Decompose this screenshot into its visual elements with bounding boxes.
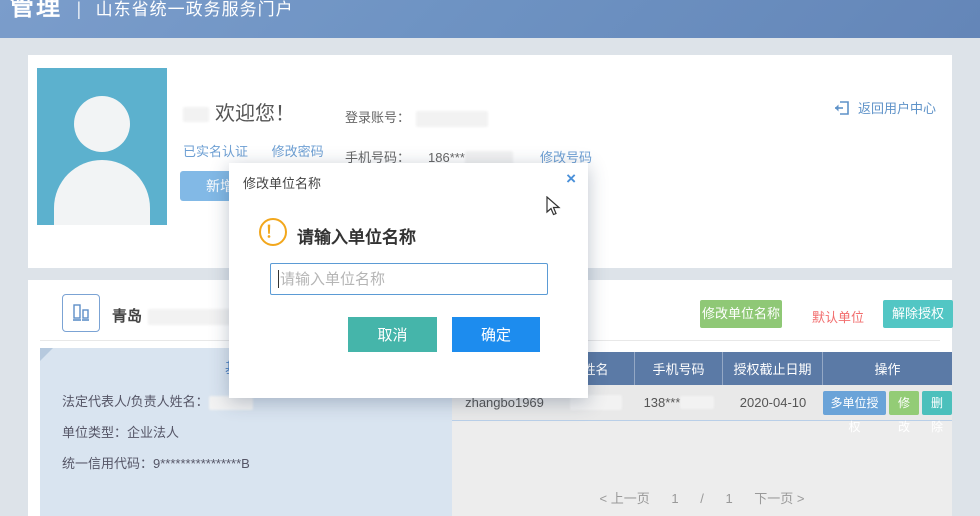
cancel-button[interactable]: 取消	[348, 317, 437, 352]
avatar	[37, 68, 167, 225]
delete-button[interactable]: 删除	[922, 391, 952, 415]
table-header-expire: 授权截止日期	[723, 352, 823, 385]
return-user-center-label: 返回用户中心	[858, 98, 936, 117]
pagination: < 上一页 1 / 1 下一页 >	[452, 488, 952, 507]
revoke-auth-button[interactable]: 解除授权	[883, 300, 953, 328]
return-exit-icon	[834, 99, 851, 116]
unit-name-input[interactable]	[270, 263, 548, 295]
change-password-link[interactable]: 修改密码	[272, 144, 324, 159]
top-nav-bar: 管理 | 山东省统一政务服务门户	[0, 0, 980, 38]
site-title-bold: 管理	[10, 0, 62, 21]
total-pages: 1	[725, 491, 732, 506]
table-header-phone: 手机号码	[635, 352, 723, 385]
verified-link[interactable]: 已实名认证	[183, 144, 248, 159]
default-unit-link[interactable]: 默认单位	[812, 307, 864, 326]
table-header-actions: 操作	[823, 352, 952, 385]
avatar-body-icon	[54, 160, 150, 225]
warning-icon: ！	[259, 218, 287, 246]
building-icon[interactable]	[62, 294, 100, 332]
redacted-row-phone	[680, 396, 714, 409]
close-icon[interactable]: ×	[566, 169, 576, 189]
site-title-rest: 山东省统一政务服务门户	[96, 0, 294, 19]
unit-name-prefix: 青岛	[112, 308, 142, 325]
mouse-cursor-icon	[546, 196, 561, 217]
prev-page-link[interactable]: < 上一页	[599, 491, 649, 506]
dialog-prompt: 请输入单位名称	[297, 223, 416, 248]
welcome-label: 欢迎您！	[215, 103, 295, 125]
modify-unit-name-dialog: 修改单位名称 × ！ 请输入单位名称 取消 确定	[229, 163, 588, 398]
site-title-separator: |	[76, 0, 81, 19]
credit-code-row: 统一信用代码：9****************B	[62, 448, 253, 479]
modify-unit-name-button[interactable]: 修改单位名称	[700, 300, 782, 328]
multi-unit-auth-button[interactable]: 多单位授权	[823, 391, 886, 415]
legal-name-row: 法定代表人/负责人姓名：	[62, 386, 253, 417]
edit-button[interactable]: 修改	[889, 391, 919, 415]
site-title: 管理 | 山东省统一政务服务门户	[10, 0, 294, 22]
return-user-center-link[interactable]: 返回用户中心	[834, 98, 936, 117]
page-separator: /	[700, 491, 704, 506]
redacted-username	[183, 107, 209, 122]
unit-type-row: 单位类型：企业法人	[62, 417, 253, 448]
row-actions: 多单位授权 修改 删除	[823, 385, 952, 420]
row-phone: 138***	[635, 385, 723, 420]
current-page: 1	[671, 491, 678, 506]
dialog-title: 修改单位名称	[243, 173, 321, 192]
avatar-head-icon	[74, 96, 130, 152]
row-expire-date: 2020-04-10	[723, 385, 823, 420]
redacted-login-account	[416, 111, 488, 127]
login-account-label: 登录账号：	[345, 110, 410, 125]
next-page-link[interactable]: 下一页 >	[754, 491, 804, 506]
confirm-button[interactable]: 确定	[452, 317, 540, 352]
text-caret	[278, 270, 279, 288]
welcome-text: 欢迎您！	[183, 97, 295, 126]
